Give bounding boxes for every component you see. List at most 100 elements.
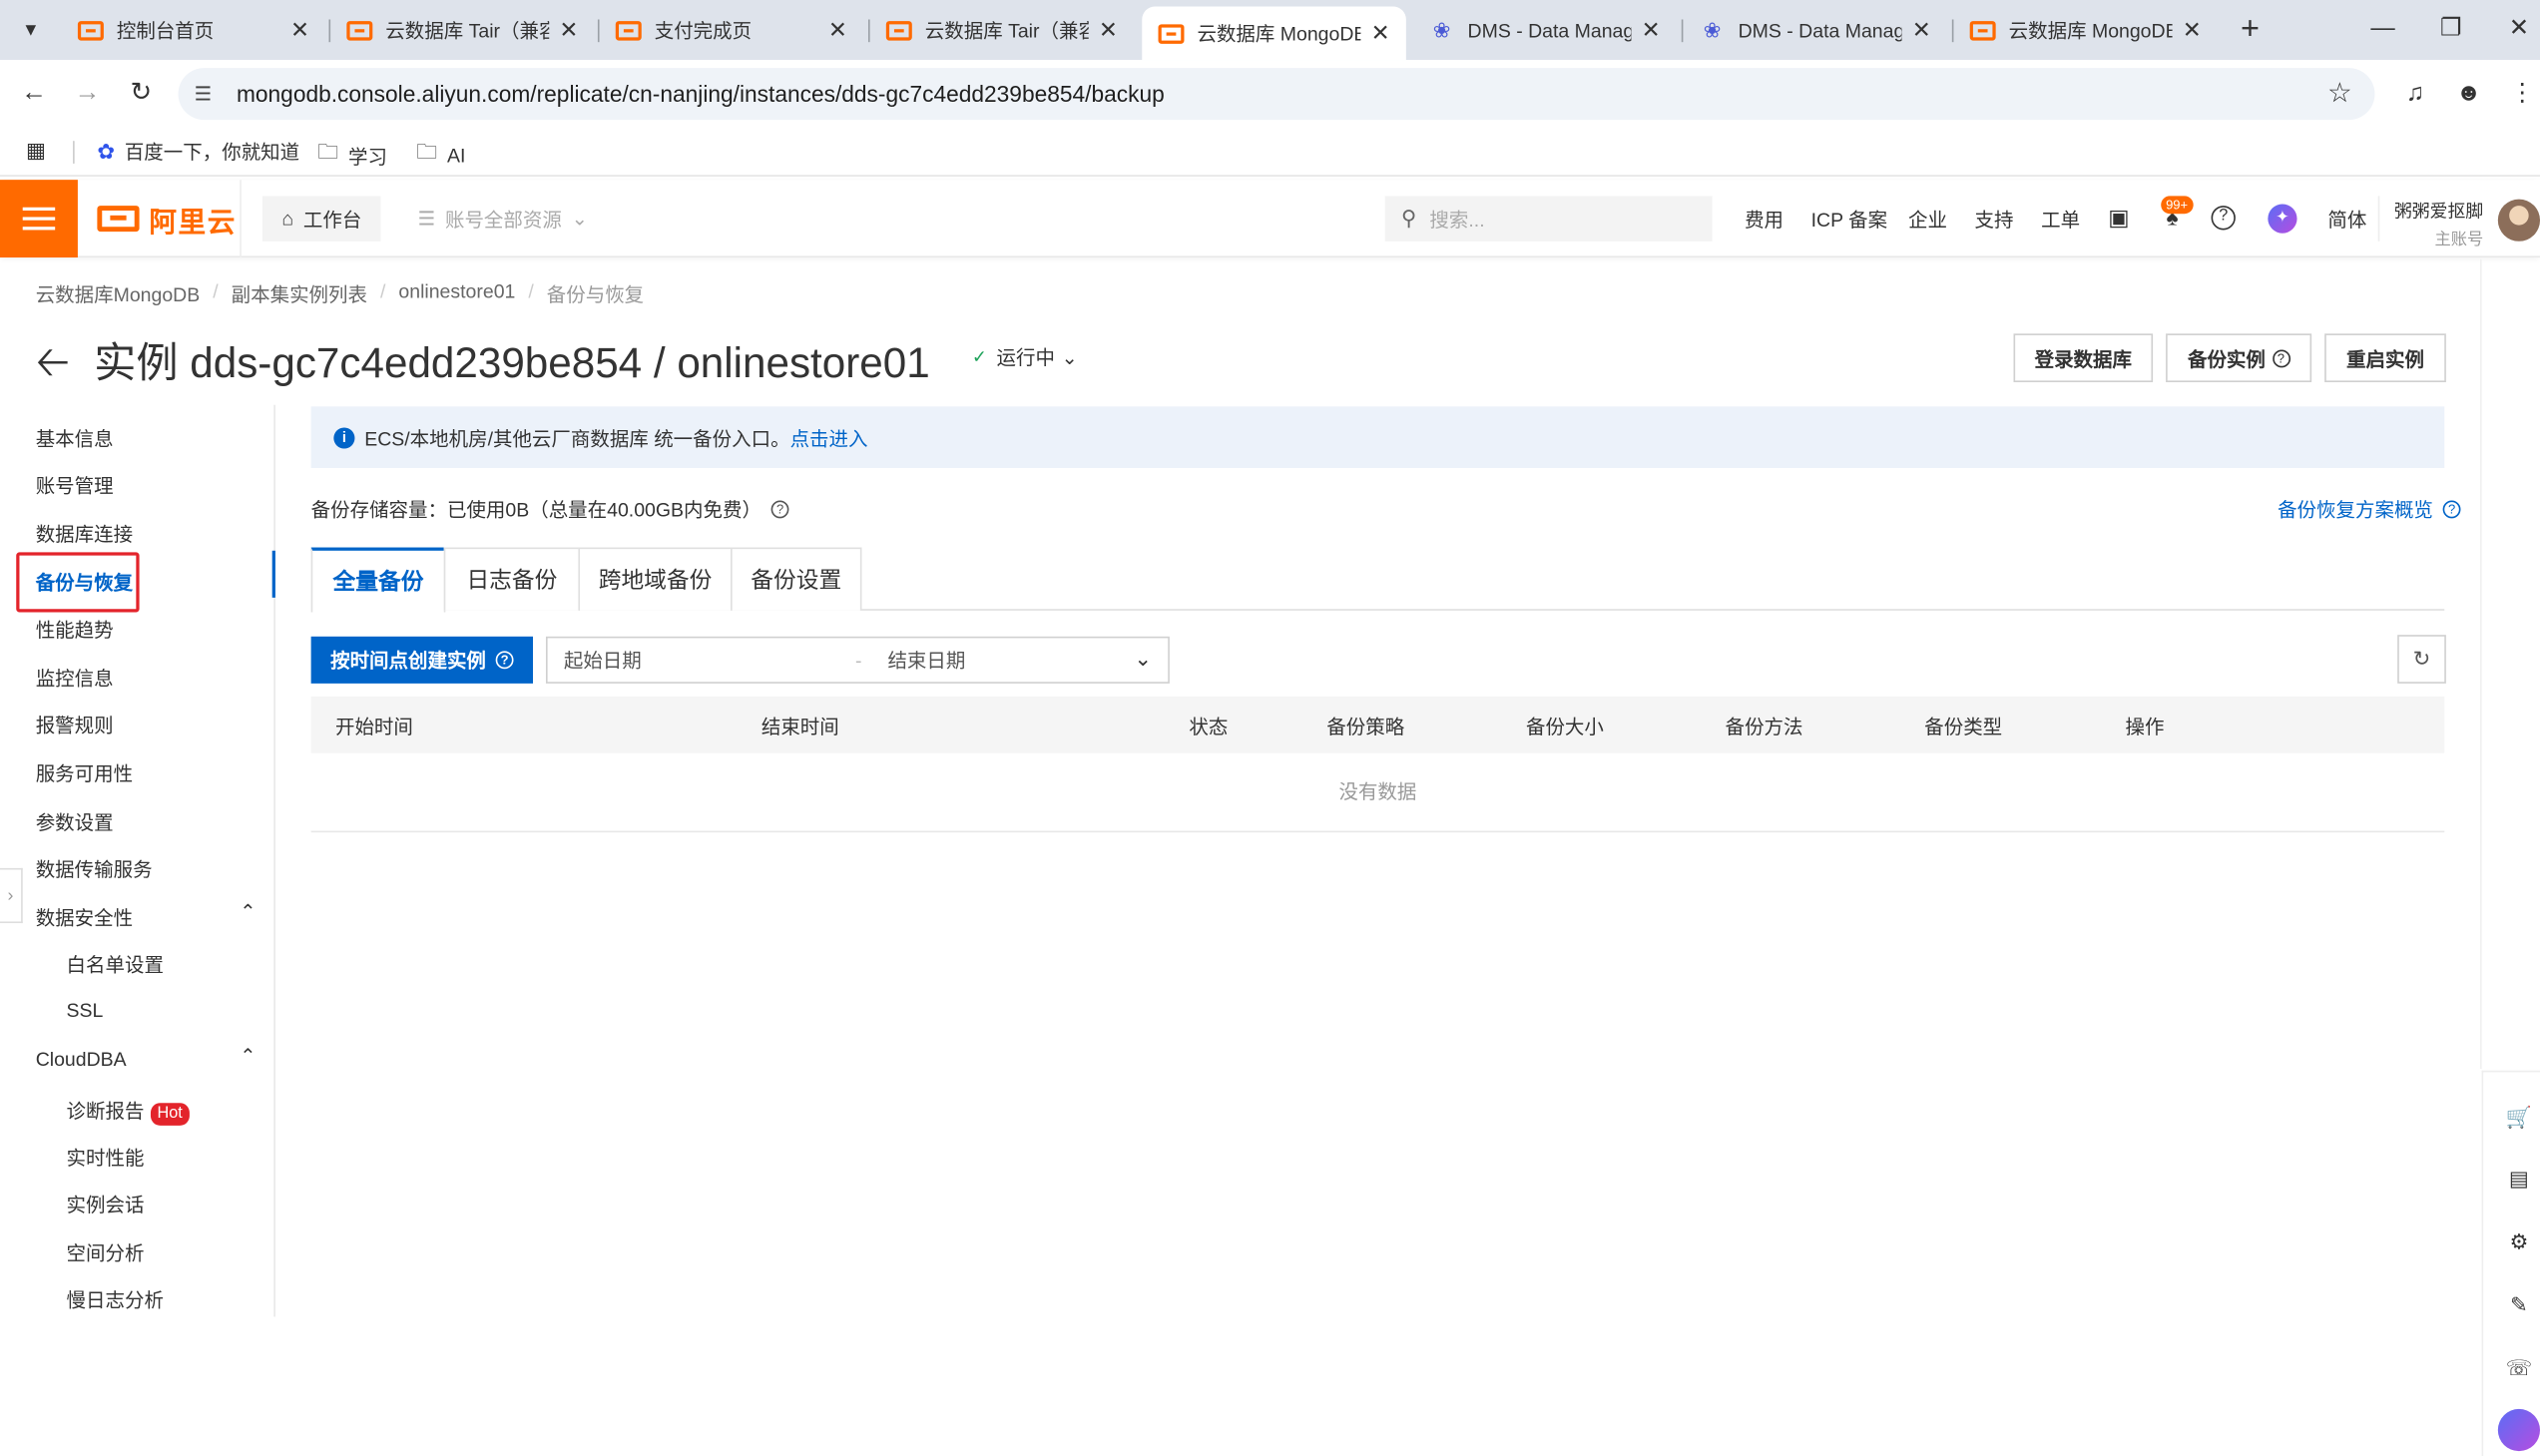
user-name[interactable]: 粥粥爱抠脚	[2394, 198, 2483, 224]
site-info-icon[interactable]: ☰	[195, 83, 218, 106]
close-icon[interactable]: ✕	[1642, 16, 1661, 44]
browser-tab[interactable]: 支付完成页 ✕	[600, 6, 864, 53]
console-search-input[interactable]: ⚲ 搜索...	[1384, 196, 1713, 242]
browser-tab[interactable]: 云数据库 MongoDB ✕	[1953, 6, 2218, 53]
reload-icon[interactable]: ↻	[123, 76, 159, 112]
nav-link-icp[interactable]: ICP 备案	[1811, 206, 1887, 234]
forward-icon[interactable]: →	[70, 76, 106, 112]
nav-link-ticket[interactable]: 工单	[2041, 206, 2080, 234]
chevron-up-icon[interactable]: ⌃	[240, 1045, 255, 1068]
breadcrumb-item[interactable]: 副本集实例列表	[232, 280, 367, 308]
search-icon: ⚲	[1400, 206, 1417, 231]
edit-icon[interactable]: ✎	[2504, 1290, 2533, 1319]
menu-item-availability[interactable]: 服务可用性	[36, 759, 133, 787]
backup-instance-button[interactable]: 备份实例 ?	[2166, 333, 2312, 383]
back-icon[interactable]: ←	[16, 76, 52, 112]
close-icon[interactable]: ✕	[559, 16, 578, 44]
menu-item-slow-log[interactable]: 慢日志分析	[67, 1286, 164, 1314]
browser-tab-active[interactable]: 云数据库 MongoDB ✕	[1142, 6, 1406, 61]
minimize-icon[interactable]: —	[2365, 11, 2401, 47]
breadcrumb-item[interactable]: onlinestore01	[398, 280, 515, 308]
bookmark-folder-study[interactable]: 🗀 学习	[317, 138, 387, 174]
chevron-down-icon[interactable]: ⌄	[1134, 647, 1152, 673]
date-range-picker[interactable]: 起始日期 - 结束日期 ⌄	[545, 636, 1170, 684]
browser-tab[interactable]: ❀ DMS - Data Manag ✕	[1412, 6, 1677, 53]
workbench-button[interactable]: ⌂ 工作台	[261, 196, 381, 242]
bookmark-folder-ai[interactable]: 🗀 AI	[416, 138, 465, 174]
address-bar[interactable]: ☰ mongodb.console.aliyun.com/replicate/c…	[178, 68, 2375, 121]
tab-full-backup[interactable]: 全量备份	[310, 547, 446, 613]
menu-item-monitoring[interactable]: 监控信息	[36, 664, 114, 692]
chevron-up-icon[interactable]: ⌃	[240, 900, 255, 923]
menu-item-whitelist[interactable]: 白名单设置	[67, 951, 164, 979]
language-switch[interactable]: 简体	[2327, 206, 2366, 234]
window-close-icon[interactable]: ✕	[2501, 11, 2537, 47]
url-text[interactable]: mongodb.console.aliyun.com/replicate/cn-…	[237, 81, 1165, 107]
resource-selector[interactable]: ☰ 账号全部资源 ⌄	[418, 196, 588, 241]
menu-group-security[interactable]: 数据安全性	[36, 904, 133, 932]
close-icon[interactable]: ✕	[2183, 16, 2202, 44]
menu-group-clouddba[interactable]: CloudDBA	[36, 1048, 127, 1071]
menu-item-diagnosis[interactable]: 诊断报告 Hot	[67, 1097, 190, 1126]
browser-tab[interactable]: 控制台首页 ✕	[62, 6, 326, 53]
ai-assistant-icon[interactable]	[2497, 1408, 2540, 1452]
more-menu-icon[interactable]: ⋮	[2504, 76, 2540, 112]
close-icon[interactable]: ✕	[1371, 19, 1390, 47]
restore-icon[interactable]: ❐	[2433, 11, 2469, 47]
bookmark-star-icon[interactable]: ☆	[2327, 78, 2352, 110]
refresh-button[interactable]: ↻	[2397, 635, 2446, 684]
end-date-input[interactable]: 结束日期	[887, 647, 965, 675]
menu-item-parameters[interactable]: 参数设置	[36, 808, 114, 836]
sidebar-expand-chevron-icon[interactable]: ›	[0, 867, 23, 924]
back-arrow-icon[interactable]: 🡠	[36, 332, 70, 403]
menu-item-db-connection[interactable]: 数据库连接	[36, 520, 133, 548]
aliyun-logo[interactable]: 阿里云	[97, 200, 237, 239]
create-instance-by-time-button[interactable]: 按时间点创建实例 ?	[310, 636, 533, 684]
menu-item-sessions[interactable]: 实例会话	[67, 1191, 145, 1218]
gear-icon[interactable]: ⚙	[2504, 1227, 2533, 1256]
login-database-button[interactable]: 登录数据库	[2013, 333, 2154, 383]
apps-grid-icon[interactable]: ▦	[26, 138, 56, 164]
menu-item-ssl[interactable]: SSL	[67, 999, 104, 1022]
document-icon[interactable]: ▤	[2504, 1165, 2533, 1194]
question-icon[interactable]: ?	[770, 500, 789, 519]
profile-icon[interactable]: ☻	[2451, 76, 2487, 112]
close-icon[interactable]: ✕	[290, 16, 309, 44]
nav-link-support[interactable]: 支持	[1975, 206, 2014, 234]
menu-item-performance[interactable]: 性能趋势	[36, 616, 114, 644]
cart-icon[interactable]: 🛒	[2504, 1103, 2533, 1132]
breadcrumb-item[interactable]: 云数据库MongoDB	[36, 280, 201, 308]
tab-cross-region-backup[interactable]: 跨地域备份	[578, 547, 733, 611]
browser-tab[interactable]: 云数据库 Tair（兼容 ✕	[330, 6, 595, 53]
hamburger-menu-icon[interactable]	[0, 180, 78, 258]
menu-item-space-analysis[interactable]: 空间分析	[67, 1239, 145, 1267]
tab-backup-settings[interactable]: 备份设置	[731, 547, 862, 611]
headset-icon[interactable]: ☏	[2504, 1354, 2533, 1383]
browser-tab[interactable]: ❀ DMS - Data Manag ✕	[1683, 6, 1947, 53]
new-tab-plus-icon[interactable]: +	[2233, 11, 2269, 47]
bookmark-baidu[interactable]: ✿ 百度一下，你就知道	[97, 138, 299, 166]
close-icon[interactable]: ✕	[1912, 16, 1931, 44]
media-control-icon[interactable]: ♫	[2397, 76, 2433, 112]
terminal-icon[interactable]: ▣	[2104, 203, 2133, 232]
notice-link[interactable]: 点击进入	[790, 423, 868, 451]
tab-search-chevron-icon[interactable]: ▼	[13, 13, 49, 49]
tab-log-backup[interactable]: 日志备份	[443, 547, 581, 611]
nav-link-enterprise[interactable]: 企业	[1908, 206, 1947, 234]
backup-overview-link[interactable]: 备份恢复方案概览 ?	[2278, 496, 2461, 524]
avatar[interactable]	[2497, 199, 2540, 242]
help-icon[interactable]: ?	[2211, 206, 2236, 231]
menu-item-basic-info[interactable]: 基本信息	[36, 424, 114, 452]
instance-status[interactable]: ✓ 运行中 ⌄	[972, 343, 1078, 371]
start-date-input[interactable]: 起始日期	[564, 647, 642, 675]
menu-item-accounts[interactable]: 账号管理	[36, 471, 114, 499]
close-icon[interactable]: ✕	[1099, 16, 1118, 44]
menu-item-realtime-perf[interactable]: 实时性能	[67, 1144, 145, 1172]
menu-item-dts[interactable]: 数据传输服务	[36, 855, 153, 883]
browser-tab[interactable]: 云数据库 Tair（兼容 ✕	[870, 6, 1135, 53]
close-icon[interactable]: ✕	[828, 16, 847, 44]
ai-assistant-icon[interactable]: ✦	[2268, 204, 2297, 234]
restart-instance-button[interactable]: 重启实例	[2324, 333, 2446, 383]
menu-item-alerts[interactable]: 报警规则	[36, 711, 114, 738]
nav-link-fee[interactable]: 费用	[1745, 206, 1783, 234]
